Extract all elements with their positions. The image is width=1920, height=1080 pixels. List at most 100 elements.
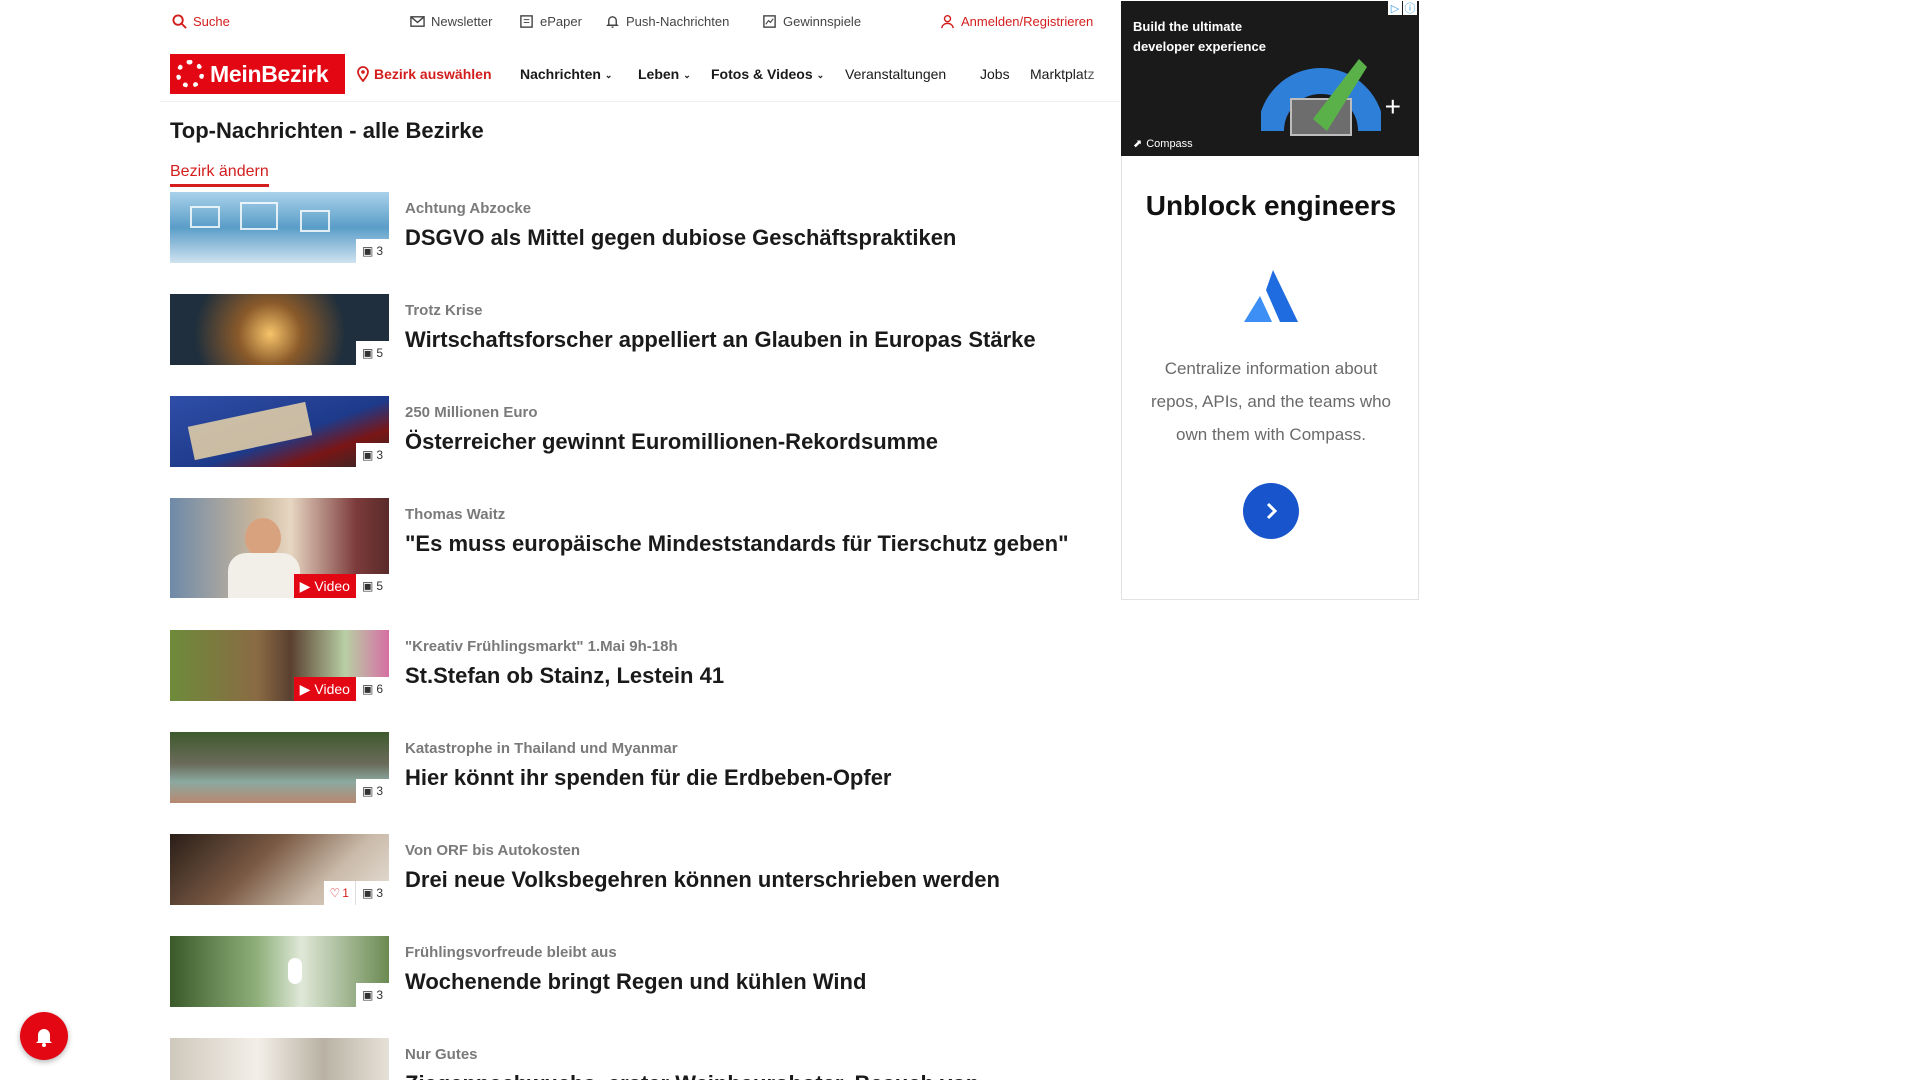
nav-item-label: Veranstaltungen bbox=[845, 66, 947, 82]
article-item[interactable]: ▶ Video ▣ 5 Thomas Waitz "Es muss europäis… bbox=[170, 498, 1090, 598]
image-count-badge: ▣ 5 bbox=[355, 341, 389, 365]
image-icon: ▣ bbox=[361, 784, 374, 798]
image-icon: ▣ bbox=[361, 988, 374, 1002]
article-thumbnail[interactable]: ▣ 3 bbox=[170, 936, 389, 1007]
chevron-down-icon: ⌄ bbox=[683, 69, 691, 80]
image-icon: ▣ bbox=[361, 244, 374, 258]
article-headline[interactable]: Hier könnt ihr spenden für die Erdbeben-… bbox=[405, 762, 1095, 793]
article-kicker: "Kreativ Frühlingsmarkt" 1.Mai 9h-18h bbox=[405, 638, 678, 655]
gewinnspiele-link[interactable]: Gewinnspiele bbox=[762, 14, 861, 29]
ad-cta-button[interactable] bbox=[1243, 483, 1299, 539]
image-icon: ▣ bbox=[361, 346, 374, 360]
article-kicker: Nur Gutes bbox=[405, 1046, 478, 1063]
image-count-badge: ▣ 5 bbox=[355, 574, 389, 598]
article-item[interactable]: ▣ 3 Katastrophe in Thailand und Myanmar H… bbox=[170, 732, 1090, 804]
ad-heading: Unblock engineers bbox=[1145, 190, 1397, 221]
article-kicker: Frühlingsvorfreude bleibt aus bbox=[405, 944, 617, 961]
article-headline[interactable]: "Es muss europäische Mindeststandards fü… bbox=[405, 528, 1095, 559]
article-thumbnail[interactable]: ▶ Video ▣ 6 bbox=[170, 630, 389, 701]
push-link[interactable]: Push-Nachrichten bbox=[605, 14, 729, 29]
article-thumbnail[interactable] bbox=[170, 1038, 389, 1080]
nav-item-veranstaltungen[interactable]: Veranstaltungen bbox=[845, 66, 946, 82]
newsletter-label: Newsletter bbox=[431, 14, 493, 29]
article-kicker: Trotz Krise bbox=[405, 302, 483, 319]
article-item[interactable]: ▣ 5 Trotz Krise Wirtschaftsforscher appel… bbox=[170, 294, 1090, 366]
article-item[interactable]: ▣ 3 Frühlingsvorfreude bleibt aus Wochene… bbox=[170, 936, 1090, 1008]
nav-overflow-fade bbox=[1080, 60, 1120, 90]
image-icon: ▣ bbox=[361, 579, 374, 593]
external-link-icon: ⬈ bbox=[1133, 138, 1143, 150]
nav-item-fotos-videos[interactable]: Fotos & Videos ⌄ bbox=[711, 66, 824, 82]
article-item[interactable]: ▣ 3 250 Millionen Euro Österreicher gewin… bbox=[170, 396, 1090, 468]
nav-item-label: Fotos & Videos bbox=[711, 66, 813, 82]
info-icon: ⓘ bbox=[1403, 1, 1417, 15]
image-count-badge: ▣ 3 bbox=[355, 443, 389, 467]
article-item[interactable]: Nur Gutes Ziegennachwuchs, erster Weinba… bbox=[170, 1038, 1090, 1080]
ad-brand: ⬈ Compass bbox=[1133, 137, 1193, 151]
image-icon: ▣ bbox=[361, 448, 374, 462]
article-item[interactable]: ▶ Video ▣ 6 "Kreativ Frühlingsmarkt" 1.Mai… bbox=[170, 630, 1090, 702]
article-thumbnail[interactable]: ▣ 5 bbox=[170, 294, 389, 365]
utility-bar: Suche Newsletter ePaper Push-Nachrichten… bbox=[160, 0, 1120, 46]
chevron-right-icon bbox=[1266, 502, 1278, 520]
search-label: Suche bbox=[193, 14, 230, 29]
image-count-badge: ▣ 6 bbox=[355, 677, 389, 701]
newsletter-link[interactable]: Newsletter bbox=[410, 14, 492, 29]
article-headline[interactable]: St.Stefan ob Stainz, Lestein 41 bbox=[405, 660, 1095, 691]
login-link[interactable]: Anmelden/Registrieren bbox=[940, 14, 1093, 29]
ad-info[interactable]: ▷ ⓘ bbox=[1388, 1, 1417, 15]
article-thumbnail[interactable]: ♡ 1 ▣ 3 bbox=[170, 834, 389, 905]
page-title: Top-Nachrichten - alle Bezirke bbox=[170, 118, 484, 143]
heart-icon: ♡ bbox=[329, 886, 341, 900]
article-thumbnail[interactable]: ▣ 3 bbox=[170, 192, 389, 263]
search-link[interactable]: Suche bbox=[172, 14, 230, 29]
article-headline[interactable]: Wirtschaftsforscher appelliert an Glaube… bbox=[405, 324, 1095, 355]
article-kicker: Achtung Abzocke bbox=[405, 200, 532, 217]
nav-item-jobs[interactable]: Jobs bbox=[980, 66, 1010, 82]
article-kicker: Von ORF bis Autokosten bbox=[405, 842, 580, 859]
article-kicker: Katastrophe in Thailand und Myanmar bbox=[405, 740, 678, 757]
article-thumbnail[interactable]: ▣ 3 bbox=[170, 396, 389, 467]
epaper-link[interactable]: ePaper bbox=[519, 14, 582, 29]
gift-icon bbox=[763, 15, 776, 28]
change-bezirk-link[interactable]: Bezirk ändern bbox=[170, 163, 269, 187]
article-thumbnail[interactable]: ▶ Video ▣ 5 bbox=[170, 498, 389, 598]
newspaper-icon bbox=[520, 15, 533, 28]
plus-icon: + bbox=[1384, 91, 1401, 122]
bell-icon bbox=[36, 1029, 52, 1047]
chevron-down-icon: ⌄ bbox=[604, 69, 613, 80]
article-thumbnail[interactable]: ▣ 3 bbox=[170, 732, 389, 803]
article-headline[interactable]: Drei neue Volksbegehren können unterschr… bbox=[405, 864, 1095, 895]
image-icon: ▣ bbox=[361, 682, 374, 696]
image-count-badge: ▣ 3 bbox=[355, 239, 389, 263]
image-count-badge: ▣ 3 bbox=[355, 983, 389, 1007]
nav-item-leben[interactable]: Leben ⌄ bbox=[638, 66, 691, 82]
image-count-badge: ▣ 3 bbox=[355, 881, 389, 905]
epaper-label: ePaper bbox=[540, 14, 582, 29]
article-item[interactable]: ♡ 1 ▣ 3 Von ORF bis Autokosten Drei neue V… bbox=[170, 834, 1090, 906]
notification-button[interactable] bbox=[20, 1012, 68, 1060]
article-headline[interactable]: Wochenende bringt Regen und kühlen Wind bbox=[405, 966, 1095, 997]
user-icon bbox=[941, 14, 954, 29]
bell-icon bbox=[606, 16, 619, 28]
video-badge: ▶ Video bbox=[293, 677, 356, 701]
nav-item-label: Leben bbox=[638, 66, 680, 82]
article-headline[interactable]: Ziegennachwuchs, erster Weinbauroboter, … bbox=[405, 1068, 1090, 1080]
ad-panel[interactable]: Unblock engineers Centralize information… bbox=[1121, 156, 1419, 600]
location-pin-icon bbox=[357, 66, 369, 82]
gewinnspiele-label: Gewinnspiele bbox=[783, 14, 862, 29]
article-item[interactable]: ▣ 3 Achtung Abzocke DSGVO als Mittel gege… bbox=[170, 192, 1090, 264]
logo-text: MeinBezirk bbox=[210, 60, 329, 87]
chevron-down-icon: ⌄ bbox=[816, 69, 825, 80]
like-count-badge[interactable]: ♡ 1 bbox=[323, 881, 356, 905]
site-logo[interactable]: MeinBezirk bbox=[170, 54, 345, 94]
bezirk-select-label: Bezirk auswählen bbox=[374, 66, 492, 82]
search-icon bbox=[172, 14, 187, 29]
mail-icon bbox=[410, 16, 425, 27]
nav-item-nachrichten[interactable]: Nachrichten ⌄ bbox=[520, 66, 612, 82]
ad-banner[interactable]: Build the ultimate developer experience … bbox=[1121, 1, 1419, 156]
play-icon: ▶ bbox=[299, 680, 311, 697]
article-headline[interactable]: DSGVO als Mittel gegen dubiose Geschäfts… bbox=[405, 222, 1095, 253]
article-headline[interactable]: Österreicher gewinnt Euromillionen-Rekor… bbox=[405, 426, 1095, 457]
bezirk-select[interactable]: Bezirk auswählen bbox=[356, 66, 492, 82]
